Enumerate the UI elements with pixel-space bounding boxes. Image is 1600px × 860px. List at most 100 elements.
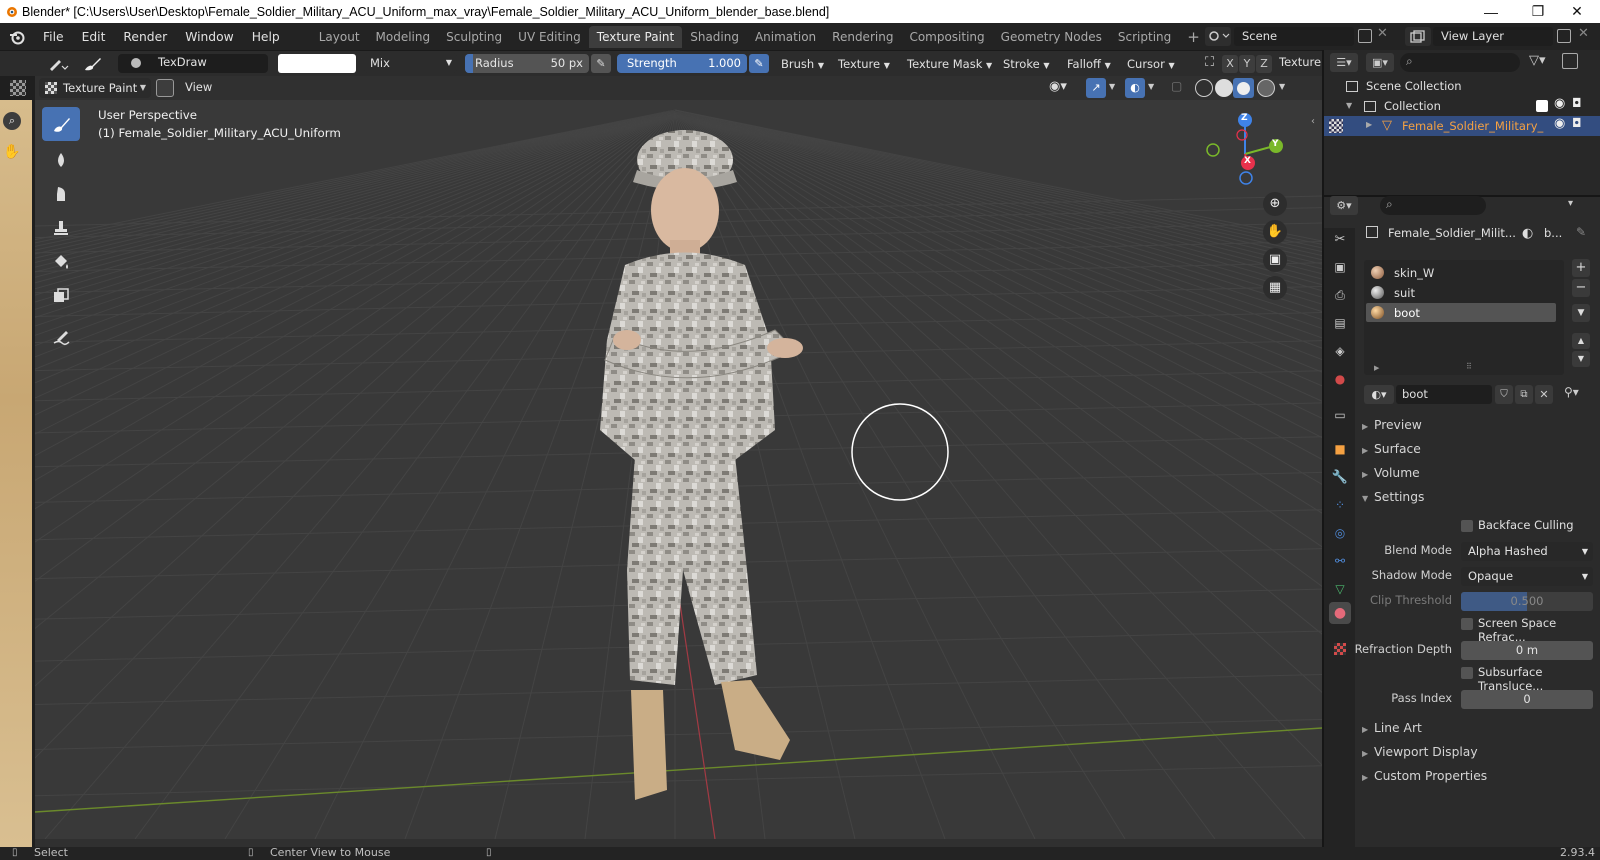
custom-properties-panel-header[interactable]: ▶ Custom Properties: [1362, 769, 1487, 783]
material-slot-label[interactable]: skin_W: [1394, 266, 1434, 280]
zoom-icon[interactable]: ⌕: [3, 112, 21, 130]
mirror-y-toggle[interactable]: Y: [1239, 55, 1255, 73]
pass-index-field[interactable]: 0: [1461, 690, 1593, 709]
outliner-editor-type-icon[interactable]: ☰▾: [1330, 53, 1358, 72]
list-resize-handle[interactable]: ⠿: [1466, 362, 1472, 371]
new-view-layer-icon[interactable]: [1557, 29, 1571, 43]
mask-toggle-icon[interactable]: [156, 79, 174, 97]
object-camera-icon[interactable]: ◘: [1572, 116, 1582, 130]
falloff-dropdown[interactable]: Falloff ▼: [1063, 54, 1115, 74]
remove-slot-button[interactable]: −: [1572, 279, 1590, 297]
annotate-tool-icon[interactable]: [42, 321, 80, 355]
symmetry-icon[interactable]: ⛶: [1205, 55, 1214, 70]
scene-collection-label[interactable]: Scene Collection: [1366, 79, 1462, 93]
overlay-dropdown-icon[interactable]: ▼: [1148, 82, 1154, 91]
tab-layout[interactable]: Layout: [311, 26, 368, 48]
render-tab-icon[interactable]: ▣: [1329, 256, 1351, 278]
view-layer-tab-icon[interactable]: ▤: [1329, 312, 1351, 334]
blender-menu-icon[interactable]: [0, 29, 34, 45]
collection-label[interactable]: Collection: [1384, 99, 1441, 113]
texture-dropdown[interactable]: Texture ▼: [834, 54, 894, 74]
backface-culling-checkbox[interactable]: [1461, 520, 1473, 532]
mirror-x-toggle[interactable]: X: [1222, 55, 1238, 73]
material-slot-label[interactable]: boot: [1394, 306, 1420, 320]
tab-rendering[interactable]: Rendering: [824, 26, 901, 48]
constraints-tab-icon[interactable]: ⚯: [1329, 550, 1351, 572]
scene-selector[interactable]: Scene: [1234, 27, 1354, 46]
view-menu[interactable]: View: [185, 80, 212, 94]
minimize-button[interactable]: —: [1468, 0, 1514, 23]
scene-icon[interactable]: [1205, 27, 1231, 46]
material-name-field[interactable]: boot: [1396, 385, 1492, 404]
wireframe-shading-icon[interactable]: [1195, 79, 1213, 97]
material-shading-icon[interactable]: [1233, 78, 1254, 98]
shading-dropdown-icon[interactable]: ▼: [1279, 82, 1285, 91]
menu-help[interactable]: Help: [243, 30, 289, 44]
collection-tab-icon[interactable]: ▭: [1329, 404, 1351, 426]
brush-icon[interactable]: [80, 54, 106, 74]
modifier-tab-icon[interactable]: 🔧: [1329, 466, 1351, 488]
tab-geometry-nodes[interactable]: Geometry Nodes: [993, 26, 1110, 48]
unlink-material-icon[interactable]: ✕: [1535, 385, 1553, 404]
active-tool-icon[interactable]: [45, 54, 71, 74]
move-slot-down-button[interactable]: ▼: [1572, 351, 1590, 367]
zoom-view-icon[interactable]: ⊕: [1263, 192, 1287, 216]
material-tab-icon[interactable]: ●: [1329, 602, 1351, 624]
shadow-mode-select[interactable]: Opaque ▼: [1461, 567, 1593, 586]
mirror-z-toggle[interactable]: Z: [1256, 55, 1272, 73]
line-art-panel-header[interactable]: ▶ Line Art: [1362, 721, 1422, 735]
brush-dropdown[interactable]: Brush ▼: [777, 54, 828, 74]
gizmo-toggle-icon[interactable]: ↗: [1086, 78, 1106, 98]
fake-user-icon[interactable]: ⛉: [1495, 385, 1513, 404]
texture-mask-dropdown[interactable]: Texture Mask ▼: [903, 54, 996, 74]
fill-tool-icon[interactable]: [42, 245, 80, 279]
list-expand-icon[interactable]: ▶: [1374, 364, 1379, 372]
tab-shading[interactable]: Shading: [682, 26, 747, 48]
strength-slider[interactable]: Strength 1.000: [617, 54, 747, 73]
smear-tool-icon[interactable]: [42, 177, 80, 211]
visibility-icon[interactable]: ◉▾: [1049, 79, 1067, 94]
stroke-dropdown[interactable]: Stroke ▼: [999, 54, 1053, 74]
volume-panel-header[interactable]: ▶ Volume: [1362, 466, 1420, 480]
draw-tool-icon[interactable]: [42, 107, 80, 141]
color-swatch[interactable]: [278, 54, 356, 73]
screen-space-refraction-checkbox[interactable]: [1461, 618, 1473, 630]
texture-slots-dropdown[interactable]: Texture: [1279, 55, 1322, 69]
soften-tool-icon[interactable]: [42, 143, 80, 177]
camera-view-icon[interactable]: ▣: [1263, 248, 1287, 272]
object-label[interactable]: Female_Soldier_Military_: [1402, 119, 1543, 133]
tool-tab-icon[interactable]: ✂: [1329, 228, 1351, 250]
texture-tab-icon[interactable]: [1329, 638, 1351, 660]
world-tab-icon[interactable]: ●: [1329, 368, 1351, 390]
object-eye-icon[interactable]: ◉: [1554, 116, 1565, 131]
material-slot-label[interactable]: suit: [1394, 286, 1415, 300]
props-editor-type-icon[interactable]: ⚙▾: [1330, 196, 1358, 215]
strength-pressure-icon[interactable]: ✎: [749, 54, 769, 73]
scene-tab-icon[interactable]: ◈: [1329, 340, 1351, 362]
material-browse-icon[interactable]: ◐▾: [1364, 385, 1394, 404]
display-mode-icon[interactable]: ▣▾: [1366, 53, 1394, 72]
overlay-toggle-icon[interactable]: ◐: [1125, 78, 1145, 98]
add-workspace-button[interactable]: +: [1179, 26, 1208, 48]
move-slot-up-button[interactable]: ▲: [1572, 333, 1590, 349]
view-layer-selector[interactable]: View Layer: [1433, 27, 1553, 46]
physics-tab-icon[interactable]: ◎: [1329, 522, 1351, 544]
tab-compositing[interactable]: Compositing: [901, 26, 992, 48]
filter-icon[interactable]: ▽▾: [1529, 53, 1546, 68]
texture-checker-icon[interactable]: [10, 80, 26, 96]
cursor-dropdown[interactable]: Cursor ▼: [1123, 54, 1179, 74]
navigation-gizmo[interactable]: Z Y X: [1197, 108, 1287, 198]
blend-mode-select[interactable]: Alpha Hashed ▼: [1461, 542, 1593, 561]
data-tab-icon[interactable]: ▽: [1329, 578, 1351, 600]
delete-scene-icon[interactable]: ✕: [1377, 26, 1388, 41]
new-collection-icon[interactable]: [1562, 53, 1578, 69]
camera-icon[interactable]: ◘: [1572, 96, 1582, 110]
clone-tool-icon[interactable]: [42, 211, 80, 245]
surface-panel-header[interactable]: ▶ Surface: [1362, 442, 1421, 456]
new-scene-icon[interactable]: [1358, 29, 1372, 43]
refraction-depth-field[interactable]: 0 m: [1461, 641, 1593, 660]
delete-view-layer-icon[interactable]: ✕: [1578, 26, 1589, 41]
menu-file[interactable]: File: [34, 30, 73, 44]
output-tab-icon[interactable]: ⎙: [1329, 284, 1351, 306]
tab-animation[interactable]: Animation: [747, 26, 824, 48]
